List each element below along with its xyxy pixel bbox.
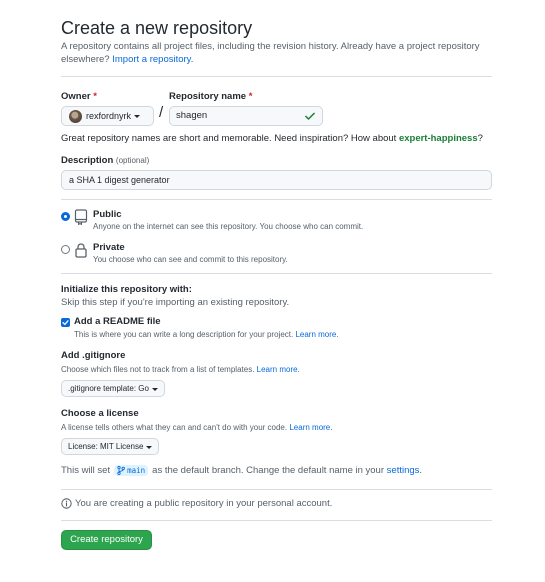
repo-icon [74,209,88,225]
caret-down-icon [146,446,153,449]
info-note: You are creating a public repository in … [61,498,332,509]
git-branch-icon [117,466,125,475]
repository-name-input[interactable]: shagen [169,106,323,126]
license-label: Choose a license [61,408,139,419]
license-desc: A license tells others what they can and… [61,423,333,432]
lock-icon [75,243,87,258]
branch-chip: main [114,465,149,476]
repository-name-label: Repository name * [169,91,253,102]
private-title: Private [93,242,125,253]
readme-desc: This is where you can write a long descr… [74,330,339,339]
readme-label: Add a README file [74,316,161,327]
private-desc: You choose who can see and commit to thi… [93,255,288,264]
gitignore-template-select[interactable]: .gitignore template: Go [61,380,165,397]
divider [61,199,492,200]
private-radio[interactable] [61,245,70,254]
name-hint: Great repository names are short and mem… [61,133,483,144]
public-radio[interactable] [61,212,70,221]
readme-checkbox[interactable] [61,318,70,327]
name-suggestion[interactable]: expert-happiness [399,133,478,144]
page-subtitle: A repository contains all project files,… [61,41,480,65]
divider [61,76,492,77]
owner-label: Owner * [61,91,97,102]
owner-dropdown[interactable]: rexfordnyrk [61,106,154,126]
gitignore-label: Add .gitignore [61,350,126,361]
public-title: Public [93,209,122,220]
gitignore-learn-more-link[interactable]: Learn more. [257,365,300,374]
gitignore-desc: Choose which files not to track from a l… [61,365,300,374]
create-repository-button[interactable]: Create repository [61,530,152,550]
caret-down-icon [134,114,141,118]
default-branch-note: This will set main as the default branch… [61,465,423,476]
check-icon [305,112,315,120]
settings-link[interactable]: settings [387,465,420,476]
license-select[interactable]: License: MIT License [61,438,160,455]
check-icon [62,320,69,326]
divider [61,520,492,521]
divider [61,489,492,490]
init-title: Initialize this repository with: [61,284,192,295]
owner-value: rexfordnyrk [86,111,132,121]
repository-name-value: shagen [176,110,208,121]
description-label: Description (optional) [61,155,150,166]
public-desc: Anyone on the internet can see this repo… [93,222,364,231]
divider [61,273,492,274]
license-learn-more-link[interactable]: Learn more. [289,423,332,432]
import-repository-link[interactable]: Import a repository. [112,54,193,65]
owner-repo-separator: / [159,104,164,121]
readme-learn-more-link[interactable]: Learn more. [295,330,338,339]
description-input[interactable]: a SHA 1 digest generator [61,170,492,190]
page-title: Create a new repository [61,18,253,38]
caret-down-icon [151,388,158,391]
init-subtitle: Skip this step if you're importing an ex… [61,297,290,308]
avatar [69,109,82,123]
info-icon [61,498,72,509]
